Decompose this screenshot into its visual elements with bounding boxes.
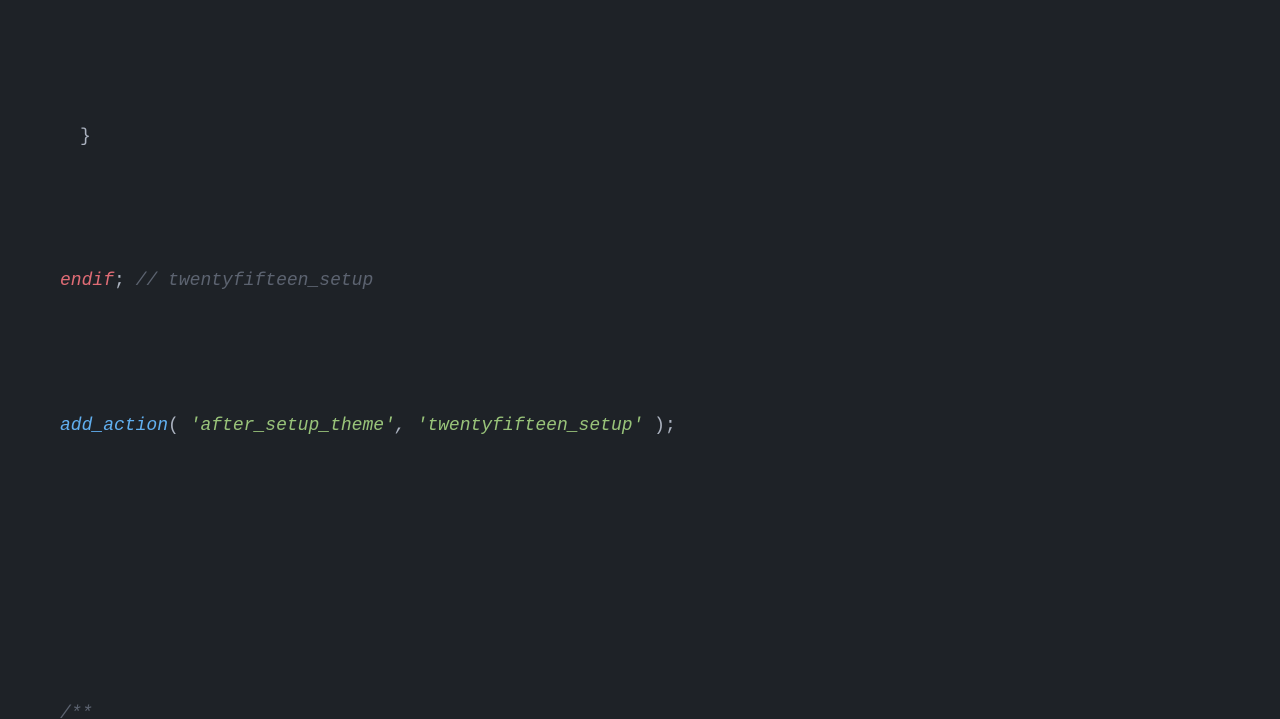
code-line-2: endif; // twentyfifteen_setup [0,267,1280,296]
code-line-1: } [0,123,1280,152]
code-line-5: /** [0,700,1280,719]
code-line-3: add_action( 'after_setup_theme', 'twenty… [0,412,1280,441]
code-line-4 [0,556,1280,585]
code-editor: } endif; // twentyfifteen_setup add_acti… [0,0,1280,719]
code-content: } endif; // twentyfifteen_setup add_acti… [0,0,1280,719]
